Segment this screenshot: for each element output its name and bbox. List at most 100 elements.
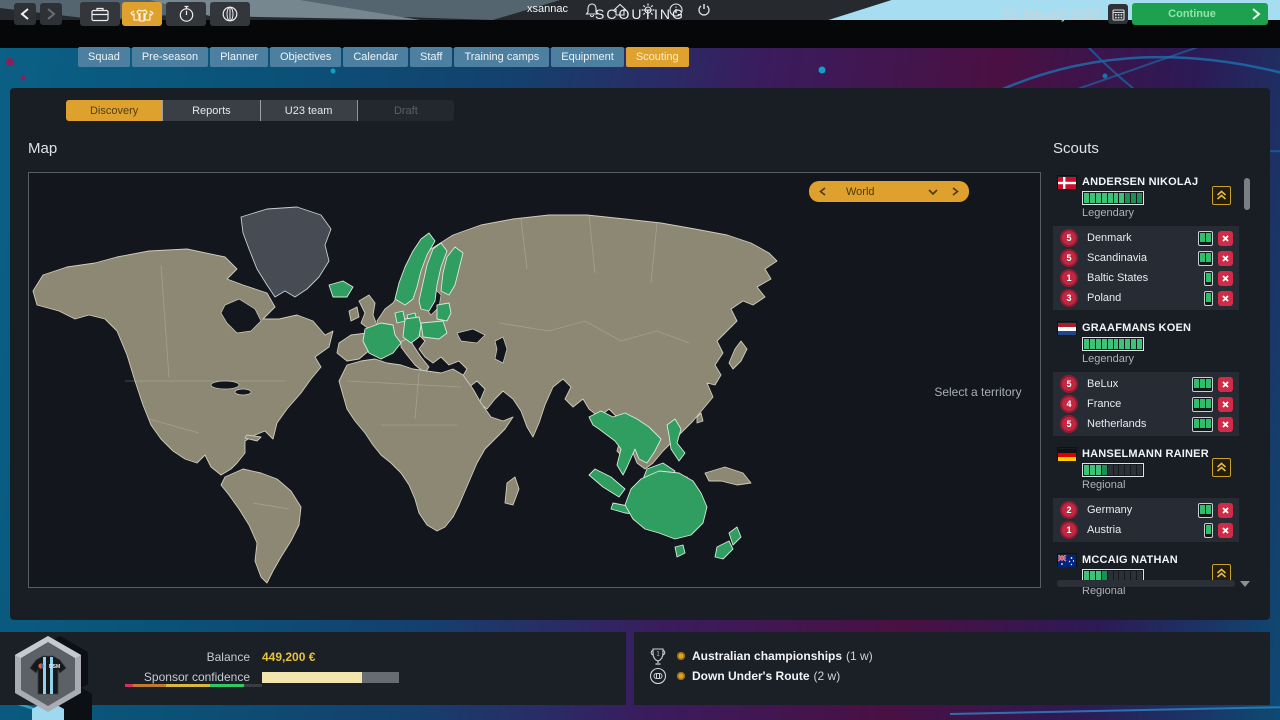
territory-row[interactable]: 3 Poland — [1053, 288, 1239, 308]
close-icon — [1222, 295, 1229, 302]
scout-card: MCCAIG NATHAN Regional — [1053, 552, 1239, 597]
remove-territory-button[interactable] — [1218, 251, 1233, 266]
territory-name: Baltic States — [1087, 272, 1204, 284]
territory-row[interactable]: 5 BeLux — [1053, 374, 1239, 394]
objective-row: Down Under's Route (2 w) — [648, 666, 873, 686]
tab-scouting[interactable]: Scouting — [626, 47, 689, 67]
objective-count: (2 w) — [814, 669, 841, 683]
territory-level-badge: 5 — [1062, 231, 1076, 245]
territory-level-badge: 5 — [1062, 417, 1076, 431]
subtab-reports[interactable]: Reports — [162, 100, 259, 121]
territory-row[interactable]: 5 Netherlands — [1053, 414, 1239, 434]
remove-territory-button[interactable] — [1218, 377, 1233, 392]
tab-squad[interactable]: Squad — [78, 47, 130, 67]
knowledge-indicator — [1204, 523, 1213, 538]
double-chevron-up-icon — [1216, 462, 1227, 473]
gold-dot-icon — [677, 672, 685, 680]
tab-equipment[interactable]: Equipment — [551, 47, 624, 67]
scouts-scroll-track[interactable] — [1057, 580, 1235, 587]
region-selector-value: World — [846, 186, 928, 198]
territory-name: Netherlands — [1087, 418, 1192, 430]
scout-name: HANSELMANN RAINER — [1082, 448, 1209, 460]
remove-territory-button[interactable] — [1218, 503, 1233, 518]
objectives-panel: 1 Australian championships (1 w) Down Un… — [634, 632, 1270, 705]
scout-header[interactable]: ANDERSEN NIKOLAJ Legendary — [1053, 174, 1239, 219]
tab-staff[interactable]: Staff — [410, 47, 452, 67]
territory-row[interactable]: 5 Scandinavia — [1053, 248, 1239, 268]
scout-skill-bar — [1082, 463, 1144, 477]
territory-row[interactable]: 4 France — [1053, 394, 1239, 414]
remove-territory-button[interactable] — [1218, 231, 1233, 246]
remove-territory-button[interactable] — [1218, 523, 1233, 538]
medal-icon — [648, 666, 668, 686]
world-map-panel[interactable]: World Select a territory — [28, 172, 1041, 588]
calendar-button[interactable] — [1108, 4, 1128, 24]
knowledge-indicator — [1198, 503, 1213, 518]
remove-territory-button[interactable] — [1218, 291, 1233, 306]
double-chevron-up-icon — [1216, 190, 1227, 201]
chevron-down-icon[interactable] — [928, 189, 938, 195]
subtab-u23-team[interactable]: U23 team — [260, 100, 357, 121]
knowledge-indicator — [1198, 251, 1213, 266]
knowledge-indicator — [1198, 231, 1213, 246]
scout-tier: Regional — [1082, 479, 1239, 491]
sponsor-confidence-bar — [262, 672, 399, 683]
scout-tier: Legendary — [1082, 353, 1239, 365]
scout-header[interactable]: MCCAIG NATHAN Regional — [1053, 552, 1239, 597]
close-icon — [1222, 235, 1229, 242]
objective-row: 1 Australian championships (1 w) — [648, 646, 873, 666]
scout-name: GRAAFMANS KOEN — [1082, 322, 1191, 334]
world-map[interactable] — [29, 173, 1040, 587]
objective-name: Australian championships — [692, 649, 842, 663]
scout-card: HANSELMANN RAINER Regional 2 Germany 1 A… — [1053, 446, 1239, 542]
scroll-down-arrow-icon[interactable] — [1240, 581, 1250, 587]
tab-objectives[interactable]: Objectives — [270, 47, 341, 67]
scout-header[interactable]: HANSELMANN RAINER Regional — [1053, 446, 1239, 491]
chevron-left-icon[interactable] — [819, 187, 826, 196]
map-region-selector[interactable]: World — [809, 181, 969, 202]
territory-name: Austria — [1087, 524, 1204, 536]
remove-territory-button[interactable] — [1218, 271, 1233, 286]
tab-calendar[interactable]: Calendar — [343, 47, 408, 67]
close-icon — [1222, 401, 1229, 408]
territory-list: 5 BeLux 4 France 5 Netherlands — [1053, 372, 1239, 436]
territory-row[interactable]: 1 Baltic States — [1053, 268, 1239, 288]
chevron-right-icon[interactable] — [952, 187, 959, 196]
objective-count: (1 w) — [846, 649, 873, 663]
select-territory-hint: Select a territory — [878, 385, 1078, 399]
territory-level-badge: 3 — [1062, 291, 1076, 305]
scouting-subtabs: DiscoveryReportsU23 teamDraft — [66, 100, 454, 121]
territory-row[interactable]: 5 Denmark — [1053, 228, 1239, 248]
knowledge-indicator — [1204, 271, 1213, 286]
territory-level-badge: 2 — [1062, 503, 1076, 517]
scout-header[interactable]: GRAAFMANS KOEN Legendary — [1053, 320, 1239, 365]
subtab-draft[interactable]: Draft — [357, 100, 454, 121]
tab-training-camps[interactable]: Training camps — [454, 47, 549, 67]
scouts-heading: Scouts — [1053, 140, 1099, 157]
knowledge-indicator — [1192, 377, 1213, 392]
tab-pre-season[interactable]: Pre-season — [132, 47, 208, 67]
continue-button[interactable]: Continue — [1132, 3, 1268, 25]
territory-row[interactable]: 1 Austria — [1053, 520, 1239, 540]
scout-skill-bar — [1082, 337, 1144, 351]
tab-planner[interactable]: Planner — [210, 47, 268, 67]
gold-dot-icon — [677, 652, 685, 660]
denmark-flag-icon — [1058, 176, 1076, 188]
remove-territory-button[interactable] — [1218, 417, 1233, 432]
close-icon — [1222, 275, 1229, 282]
knowledge-indicator — [1192, 397, 1213, 412]
territory-name: BeLux — [1087, 378, 1192, 390]
sponsor-confidence-scale — [125, 684, 262, 687]
scout-tier: Legendary — [1082, 207, 1239, 219]
scouts-scrollbar-vertical[interactable] — [1244, 176, 1250, 584]
club-logo[interactable]: DSM — [2, 628, 94, 720]
territory-list: 2 Germany 1 Austria — [1053, 498, 1239, 542]
territory-level-badge: 4 — [1062, 397, 1076, 411]
subtab-discovery[interactable]: Discovery — [66, 100, 162, 121]
scout-skill-bar — [1082, 191, 1144, 205]
upgrade-scout-button[interactable] — [1212, 458, 1231, 477]
remove-territory-button[interactable] — [1218, 397, 1233, 412]
current-date: 01 January 2022 — [1003, 7, 1100, 22]
territory-row[interactable]: 2 Germany — [1053, 500, 1239, 520]
upgrade-scout-button[interactable] — [1212, 186, 1231, 205]
